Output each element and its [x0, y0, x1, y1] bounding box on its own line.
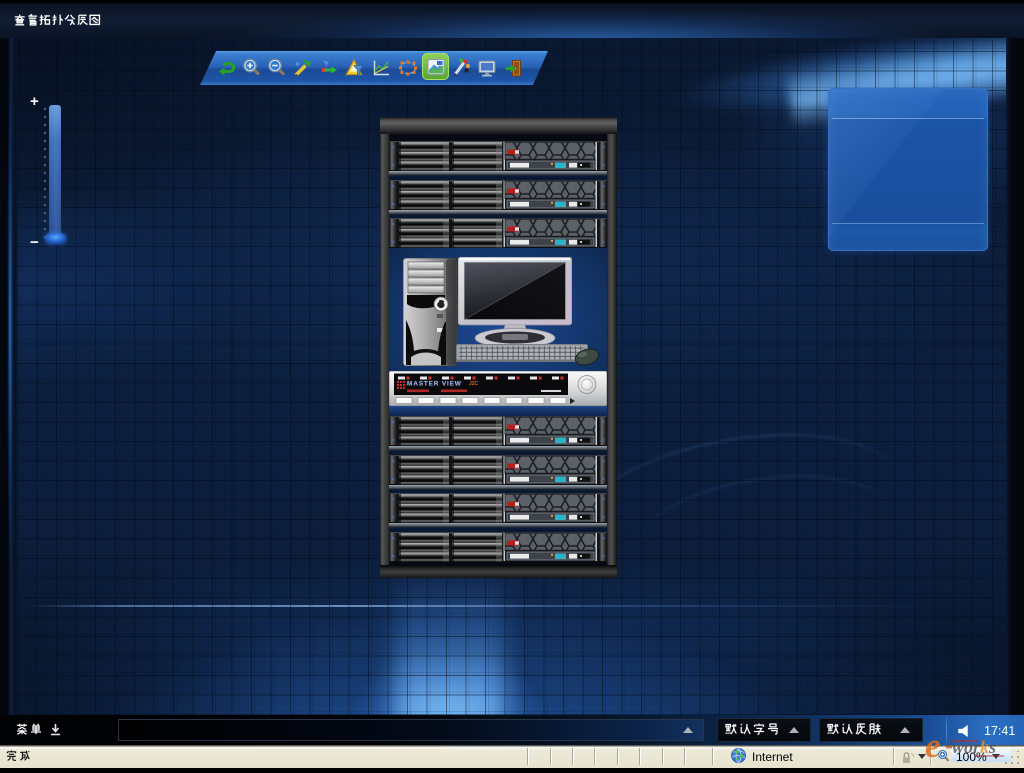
svg-text:e: e — [925, 731, 941, 765]
svg-text:works: works — [952, 737, 996, 757]
